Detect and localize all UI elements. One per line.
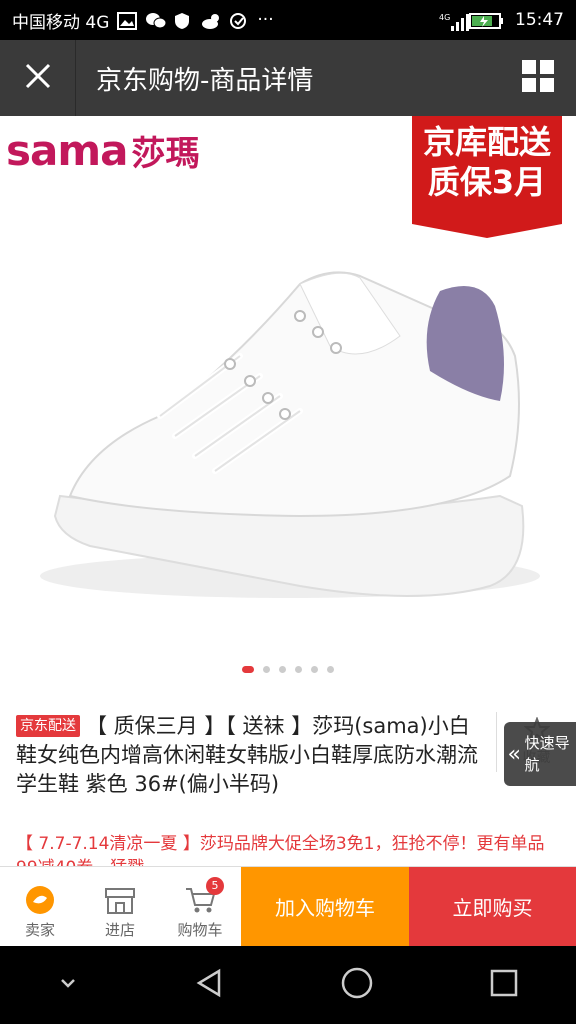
home-icon[interactable] [340, 966, 374, 1004]
battery-icon [469, 12, 505, 29]
carousel-dot[interactable] [242, 666, 254, 673]
carousel-dot[interactable] [279, 666, 286, 673]
back-icon[interactable] [193, 967, 225, 1003]
promo-text[interactable]: 【 7.7-7.14清凉一夏 】莎玛品牌大促全场3免1，狂抢不停！更有单品99减… [16, 832, 556, 866]
weather-icon [201, 12, 221, 29]
image-icon [117, 12, 138, 30]
carousel-indicator [0, 666, 576, 673]
title-bar: 京东购物-商品详情 [0, 40, 576, 116]
cart-label: 购物车 [177, 921, 223, 939]
delivery-tag: 京东配送 [16, 715, 80, 737]
product-name: 【 质保三月 】【 送袜 】莎玛(sama)小白鞋女纯色内增高休闲鞋女韩版小白鞋… [16, 714, 478, 796]
cart-count-badge: 5 [206, 877, 224, 895]
close-icon [24, 62, 52, 94]
bottom-action-bar: 卖家 进店 5 购物车 加入购物车 立即购买 [0, 866, 576, 946]
svg-text:4G: 4G [439, 13, 450, 22]
quick-nav-label: 快速导航 [524, 734, 570, 774]
store-label: 进店 [104, 921, 135, 939]
double-chevron-left-icon: « [507, 741, 522, 767]
menu-button[interactable] [500, 40, 576, 116]
cart-tab[interactable]: 5 购物车 [160, 867, 240, 946]
system-nav-bar [0, 946, 576, 1024]
quick-nav-button[interactable]: « 快速导航 [504, 722, 576, 786]
page-title: 京东购物-商品详情 [96, 65, 314, 96]
status-bar: 中国移动 4G ··· 4G 15:47 [0, 0, 576, 40]
seller-icon [24, 881, 56, 919]
buy-now-button[interactable]: 立即购买 [409, 867, 576, 946]
carousel-dot[interactable] [327, 666, 334, 673]
location-off-icon [229, 12, 249, 29]
close-button[interactable] [0, 40, 76, 116]
clock: 15:47 [515, 10, 564, 30]
add-to-cart-button[interactable]: 加入购物车 [241, 867, 409, 946]
shield-icon [173, 12, 193, 29]
product-title-block: 京东配送【 质保三月 】【 送袜 】莎玛(sama)小白鞋女纯色内增高休闲鞋女韩… [16, 712, 490, 799]
product-image-carousel[interactable]: sama 莎瑪 京库配送 质保3月 [0, 116, 576, 692]
product-info: 京东配送【 质保三月 】【 送袜 】莎玛(sama)小白鞋女纯色内增高休闲鞋女韩… [0, 700, 576, 866]
wechat-icon [145, 12, 167, 29]
store-tab[interactable]: 进店 [80, 867, 160, 946]
signal-icon: 4G [439, 12, 469, 31]
seller-label: 卖家 [24, 921, 55, 939]
grid-icon [522, 60, 554, 96]
recents-icon[interactable] [489, 968, 519, 1002]
carousel-dot[interactable] [295, 666, 302, 673]
carousel-dot[interactable] [311, 666, 318, 673]
store-icon [104, 881, 136, 919]
carousel-dot[interactable] [263, 666, 270, 673]
shoe-image [40, 271, 540, 598]
carrier-label: 中国移动 4G [12, 12, 110, 33]
seller-tab[interactable]: 卖家 [0, 867, 80, 946]
more-notifications-icon: ··· [257, 10, 274, 30]
chevron-down-icon[interactable] [58, 973, 78, 997]
